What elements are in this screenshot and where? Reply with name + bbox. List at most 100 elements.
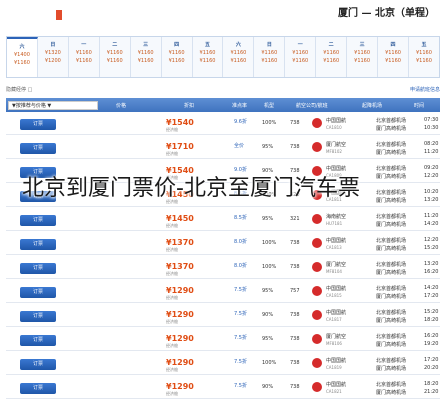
fare-price: ¥1370 — [166, 262, 194, 271]
departure-airport: 北京首都机场 — [376, 142, 407, 148]
book-button[interactable]: 订票 — [20, 239, 56, 250]
date-subprice: ¥1160 — [230, 58, 247, 64]
departure-airport: 北京首都机场 — [376, 262, 407, 268]
ontime-rate: 90% — [262, 384, 274, 390]
date-price: ¥1160 — [261, 50, 278, 56]
departure-airport: 北京首都机场 — [376, 238, 407, 244]
top-tab[interactable] — [32, 10, 38, 20]
apply-flight-info-link[interactable]: 申请航班信息 — [410, 86, 440, 93]
book-button[interactable]: 订票 — [20, 335, 56, 346]
airline-name: 厦门航空 — [326, 142, 347, 148]
fare-discount: 7.5折 — [234, 383, 247, 389]
date-cell[interactable]: 二 ¥1160 ¥1160 — [316, 37, 348, 77]
airline-name: 中国国航 — [326, 118, 347, 124]
hide-stopover-toggle[interactable]: 隐藏经停 □ — [6, 86, 32, 93]
ontime-rate: 100% — [262, 120, 277, 126]
flight-number: CA1819 — [326, 365, 342, 370]
sort-select[interactable]: ▼按推荐与价格 ▼ — [8, 101, 98, 110]
col-airports[interactable]: 起降机场 — [362, 102, 382, 109]
airline-logo-icon — [312, 382, 322, 392]
book-button[interactable]: 订票 — [20, 287, 56, 298]
date-cell[interactable]: 一 ¥1160 ¥1160 — [285, 37, 317, 77]
date-cell[interactable]: 日 ¥1320 ¥1200 — [38, 37, 69, 77]
date-strip: 六 ¥1400 ¥1160 日 ¥1320 ¥1200 一 ¥1160 ¥1160 二 ¥1160 ¥… — [6, 36, 440, 78]
book-button[interactable]: 订票 — [20, 215, 56, 226]
departure-airport: 北京首都机场 — [376, 310, 407, 316]
fare-discount: 8.5折 — [234, 215, 247, 221]
book-button[interactable]: 订票 — [20, 359, 56, 370]
date-weekday: 四 — [390, 42, 396, 48]
col-time[interactable]: 时间 — [414, 102, 424, 109]
date-cell[interactable]: 日 ¥1160 ¥1160 — [254, 37, 286, 77]
fare-class: 经济舱 — [166, 247, 178, 252]
top-tab-active[interactable] — [56, 10, 62, 20]
date-price: ¥1320 — [44, 50, 61, 56]
book-button[interactable]: 订票 — [20, 311, 56, 322]
top-tab[interactable] — [8, 10, 14, 20]
airline-logo-icon — [312, 142, 322, 152]
book-button[interactable]: 订票 — [20, 383, 56, 394]
ontime-rate: 95% — [262, 336, 274, 342]
arrival-time: 16:20 — [424, 269, 439, 275]
ontime-rate: 100% — [262, 360, 277, 366]
flight-number: CA1815 — [326, 293, 342, 298]
airline-name: 中国国航 — [326, 358, 347, 364]
fare-discount: 全价 — [234, 143, 245, 149]
airline-name: 海南航空 — [326, 214, 347, 220]
fare-price: ¥1290 — [166, 334, 194, 343]
arrival-airport: 厦门高崎机场 — [376, 150, 407, 156]
aircraft-type: 738 — [290, 240, 300, 246]
departure-time: 18:20 — [424, 381, 439, 387]
book-button[interactable]: 订票 — [20, 263, 56, 274]
book-button[interactable]: 订票 — [20, 119, 56, 130]
date-cell[interactable]: 四 ¥1160 ¥1160 — [378, 37, 409, 77]
ontime-rate: 95% — [262, 144, 274, 150]
col-airline[interactable]: 航空公司/航班 — [296, 102, 328, 109]
date-cell[interactable]: 四 ¥1160 ¥1160 — [162, 37, 193, 77]
flight-number: CA1810 — [326, 125, 342, 130]
airline-logo-icon — [312, 238, 322, 248]
date-weekday: 六 — [19, 44, 25, 50]
col-ontime[interactable]: 准点率 — [232, 102, 247, 109]
arrival-airport: 厦门高崎机场 — [376, 294, 407, 300]
date-subprice: ¥1160 — [75, 58, 92, 64]
date-cell[interactable]: 六 ¥1160 ¥1160 — [223, 37, 255, 77]
date-weekday: 五 — [421, 42, 427, 48]
date-subprice: ¥1160 — [323, 58, 340, 64]
fare-class: 经济舱 — [166, 151, 178, 156]
flight-number: MF8102 — [326, 149, 342, 154]
date-price: ¥1160 — [168, 50, 185, 56]
fare-price: ¥1540 — [166, 118, 194, 127]
airline-logo-icon — [312, 214, 322, 224]
book-button[interactable]: 订票 — [20, 143, 56, 154]
fare-class: 经济舱 — [166, 343, 178, 348]
date-price: ¥1400 — [14, 52, 30, 58]
date-cell[interactable]: 三 ¥1160 ¥1160 — [347, 37, 379, 77]
arrival-time: 21:20 — [424, 389, 439, 395]
top-tab[interactable] — [44, 10, 50, 20]
flight-row: 订票 ¥1540 经济舱 9.6折 100% 738 中国国航 CA1810 北京首都机场 厦门高… — [6, 113, 440, 135]
col-price[interactable]: 价格 — [116, 102, 126, 109]
date-cell[interactable]: 五 ¥1160 ¥1160 — [409, 37, 439, 77]
fare-discount: 7.5折 — [234, 335, 247, 341]
date-cell[interactable]: 六 ¥1400 ¥1160 — [7, 37, 38, 77]
departure-airport: 北京首都机场 — [376, 214, 407, 220]
date-price: ¥1160 — [199, 50, 216, 56]
flight-row: 订票 ¥1370 经济舱 8.0折 100% 738 中国国航 CA1813 北京首都机场 厦门高… — [6, 233, 440, 255]
departure-airport: 北京首都机场 — [376, 358, 407, 364]
date-subprice: ¥1160 — [354, 58, 371, 64]
date-cell[interactable]: 五 ¥1160 ¥1160 — [193, 37, 224, 77]
arrival-airport: 厦门高崎机场 — [376, 222, 407, 228]
filter-row: 隐藏经停 □ 申请航班信息 — [6, 83, 440, 97]
date-cell[interactable]: 一 ¥1160 ¥1160 — [69, 37, 100, 77]
col-craft[interactable]: 机型 — [264, 102, 274, 109]
top-tab[interactable] — [20, 10, 26, 20]
flight-number: CA1813 — [326, 245, 342, 250]
date-cell[interactable]: 三 ¥1160 ¥1160 — [131, 37, 162, 77]
col-discount[interactable]: 折扣 — [184, 102, 194, 109]
date-weekday: 三 — [359, 42, 365, 48]
date-subprice: ¥1160 — [168, 58, 185, 64]
departure-airport: 北京首都机场 — [376, 382, 407, 388]
fare-price: ¥1450 — [166, 214, 194, 223]
date-cell[interactable]: 二 ¥1160 ¥1160 — [100, 37, 131, 77]
